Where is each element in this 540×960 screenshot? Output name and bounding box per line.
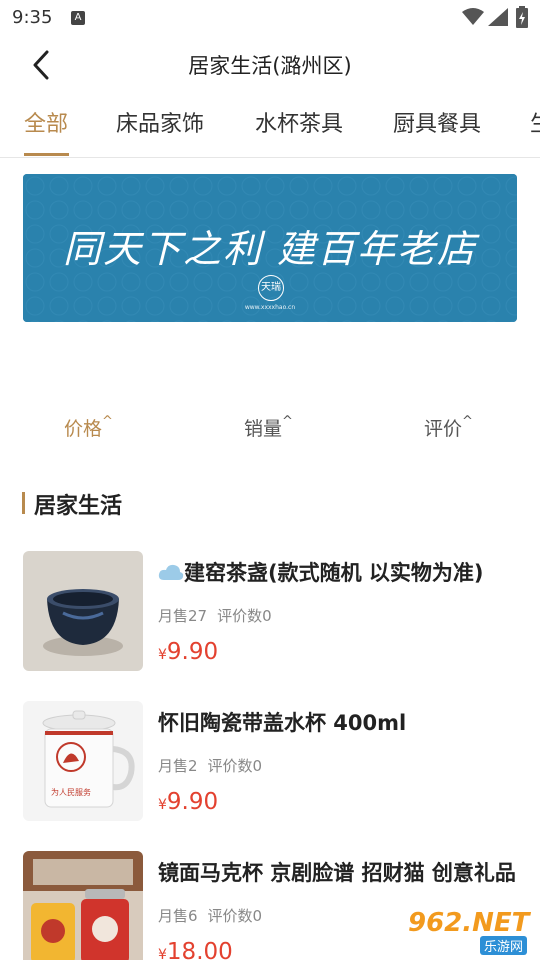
site-watermark: 962.NET 乐游网 <box>400 908 534 956</box>
sort-caret-icon: ^ <box>102 414 113 429</box>
sort-sales-label: 销量 <box>244 418 283 440</box>
banner-url: www.xxxxhao.cn <box>244 304 296 311</box>
category-tabs: 全部 床品家饰 水杯茶具 厨具餐具 生 <box>0 96 540 158</box>
product-name: 怀旧陶瓷带盖水杯 400ml <box>158 711 407 735</box>
product-meta: 月售6 评价数0 <box>158 905 262 926</box>
product-meta: 月售2 评价数0 <box>158 755 262 776</box>
currency-symbol: ¥ <box>158 797 167 813</box>
price-value: 9.90 <box>166 789 219 815</box>
product-meta: 月售27 评价数0 <box>158 605 272 626</box>
sort-sales[interactable]: 销量^ <box>244 414 293 441</box>
product-item[interactable]: 为人民服务 怀旧陶瓷带盖水杯 400ml 月售2 评价数0 ¥9.90 <box>23 701 517 821</box>
status-time: 9:35 <box>12 7 53 28</box>
tab-all[interactable]: 全部 <box>24 106 68 138</box>
product-image: 为人民服务 <box>23 701 143 821</box>
tab-kitchenware[interactable]: 厨具餐具 <box>393 106 481 138</box>
product-name: 建窑茶盏(款式随机 以实物为准) <box>158 557 516 587</box>
watermark-logo-text: 962.NET <box>408 908 530 938</box>
section-accent-bar <box>22 492 25 514</box>
review-count: 评价数0 <box>217 607 272 625</box>
product-price: ¥9.90 <box>158 639 218 665</box>
review-count: 评价数0 <box>207 907 263 925</box>
product-image <box>23 551 143 671</box>
sort-price[interactable]: 价格^ <box>64 414 113 441</box>
tab-indicator <box>24 153 69 156</box>
currency-symbol: ¥ <box>158 947 167 960</box>
sort-caret-icon: ^ <box>462 414 473 429</box>
product-image <box>23 851 143 960</box>
notification-icon: A <box>71 11 85 25</box>
sort-caret-icon: ^ <box>282 414 293 429</box>
watermark-site-name: 乐游网 <box>480 936 528 955</box>
monthly-sales: 月售27 <box>158 607 208 625</box>
tab-cups-tea[interactable]: 水杯茶具 <box>255 106 343 138</box>
nav-bar: 居家生活(潞州区) <box>0 36 540 92</box>
price-value: 9.90 <box>166 639 219 665</box>
signal-icon <box>488 8 508 30</box>
status-bar: 9:35 A <box>0 0 540 36</box>
currency-symbol: ¥ <box>158 647 167 663</box>
product-price: ¥9.90 <box>158 789 218 815</box>
product-name: 镜面马克杯 京剧脸谱 招财猫 创意礼品 <box>158 861 516 885</box>
page-title: 居家生活(潞州区) <box>188 54 352 78</box>
review-count: 评价数0 <box>207 757 263 775</box>
product-name-text: 建窑茶盏(款式随机 以实物为准) <box>184 561 484 585</box>
product-price: ¥18.00 <box>158 939 233 960</box>
sort-bar: 价格^ 销量^ 评价^ <box>0 406 540 446</box>
banner-slogan: 同天下之利 建百年老店 <box>62 227 478 271</box>
tab-bedding[interactable]: 床品家饰 <box>116 106 204 138</box>
sort-rating-label: 评价 <box>424 418 463 440</box>
product-item[interactable]: 建窑茶盏(款式随机 以实物为准) 月售27 评价数0 ¥9.90 <box>23 551 517 671</box>
price-value: 18.00 <box>166 939 233 960</box>
promo-banner[interactable]: 同天下之利 建百年老店 天瑞 www.xxxxhao.cn <box>23 174 517 322</box>
battery-icon <box>516 6 528 32</box>
tab-more[interactable]: 生 <box>530 106 540 138</box>
section-title: 居家生活 <box>34 494 123 519</box>
banner-seal: 天瑞 <box>258 275 284 301</box>
mug-inscription: 为人民服务 <box>51 788 91 797</box>
cloud-icon <box>158 564 184 580</box>
sort-rating[interactable]: 评价^ <box>424 414 473 441</box>
wifi-icon <box>462 8 484 30</box>
monthly-sales: 月售6 <box>158 907 198 925</box>
monthly-sales: 月售2 <box>158 757 198 775</box>
sort-price-label: 价格 <box>64 418 103 440</box>
